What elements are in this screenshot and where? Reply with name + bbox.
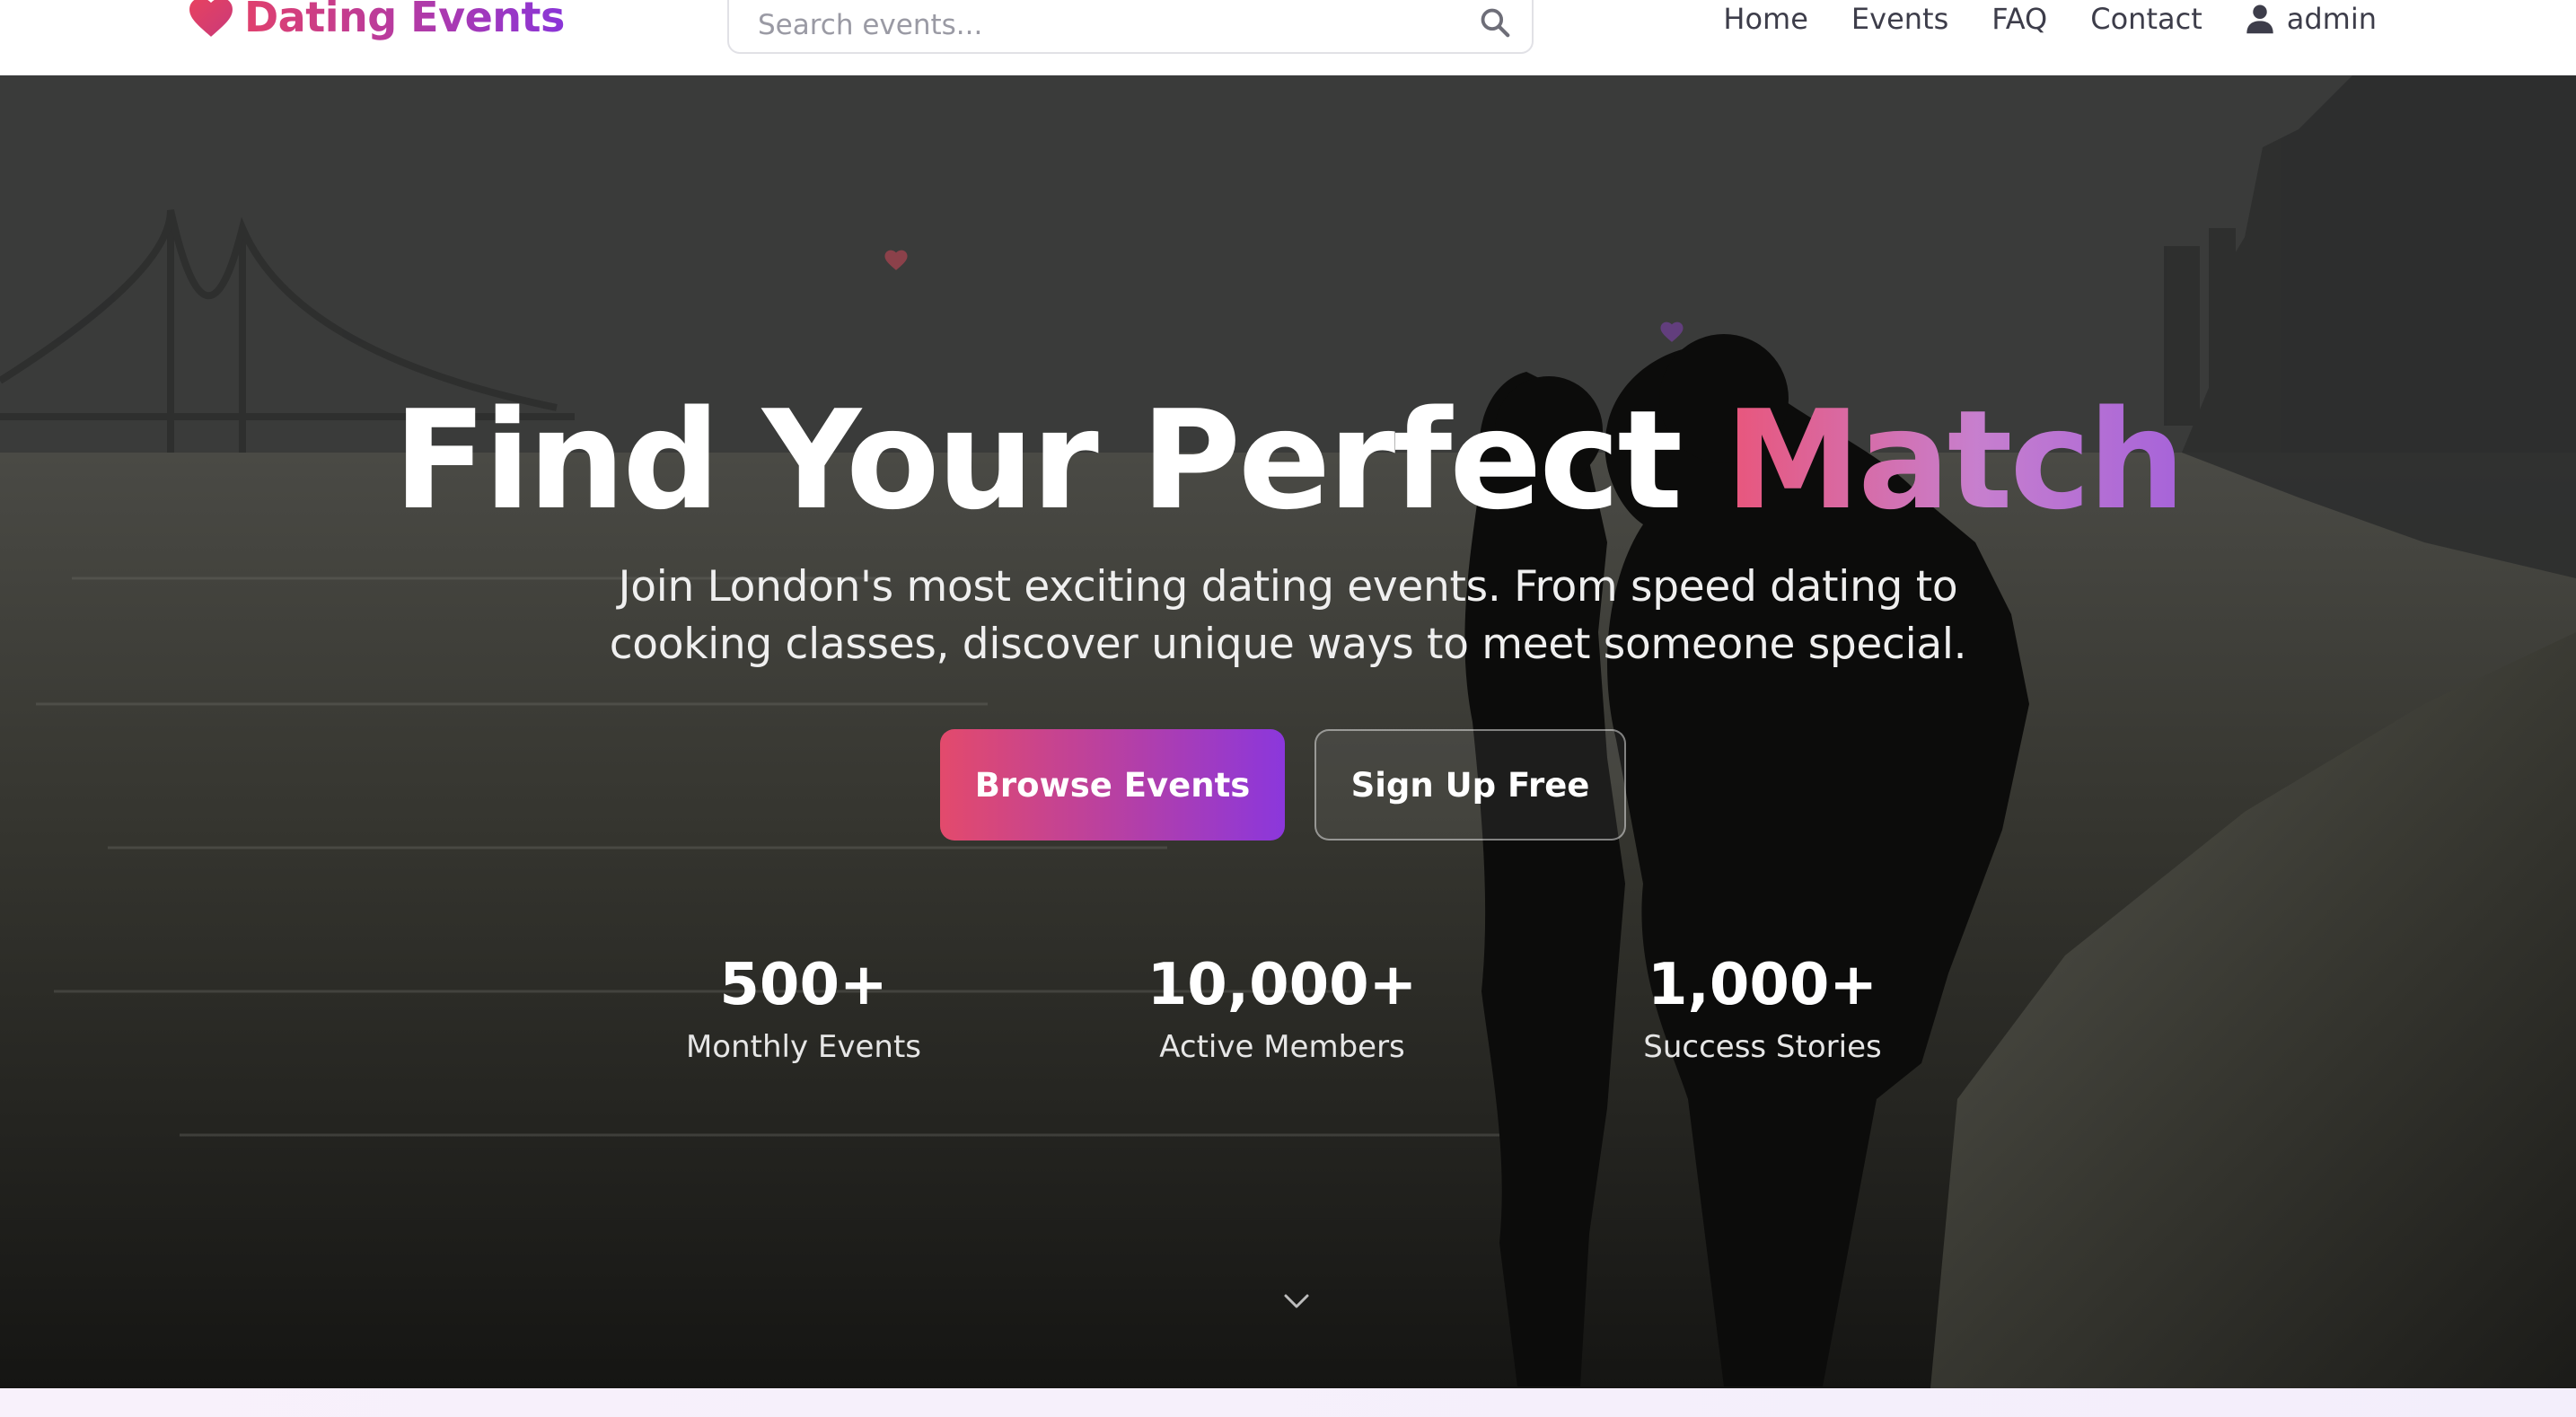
stat-monthly-events: 500+ Monthly Events: [615, 952, 992, 1066]
stat-label: Monthly Events: [685, 1029, 922, 1066]
brand-logo[interactable]: Dating Events: [189, 0, 565, 45]
stat-label: Success Stories: [1643, 1029, 1882, 1066]
nav-faq[interactable]: FAQ: [1991, 2, 2047, 36]
hero-title-accent: Match: [1725, 381, 2185, 540]
stat-success-stories: 1,000+ Success Stories: [1574, 952, 1951, 1066]
search-box: [727, 0, 1534, 54]
main-nav: Home Events FAQ Contact admin: [1723, 0, 2377, 38]
browse-events-button[interactable]: Browse Events: [940, 729, 1285, 841]
search-icon[interactable]: [1478, 5, 1512, 40]
stat-value: 1,000+: [1647, 952, 1878, 1018]
user-menu[interactable]: admin: [2246, 2, 2377, 36]
next-section-edge: [0, 1388, 2576, 1417]
hero-section: Find Your Perfect Match Join London's mo…: [0, 75, 2576, 1388]
nav-events[interactable]: Events: [1851, 2, 1948, 36]
stat-label: Active Members: [1159, 1029, 1405, 1066]
sign-up-free-button[interactable]: Sign Up Free: [1314, 729, 1626, 841]
hero-content: Find Your Perfect Match Join London's mo…: [0, 75, 2576, 1388]
chevron-down-icon[interactable]: [1282, 1291, 1311, 1311]
nav-home[interactable]: Home: [1723, 2, 1808, 36]
nav-contact[interactable]: Contact: [2090, 2, 2202, 36]
hero-title: Find Your Perfect Match: [0, 379, 2576, 542]
top-navbar: Dating Events Home Events FAQ Contact ad…: [0, 0, 2576, 75]
user-icon: [2246, 4, 2273, 34]
stat-active-members: 10,000+ Active Members: [1094, 952, 1471, 1066]
search-input[interactable]: [758, 0, 1458, 50]
user-name: admin: [2286, 2, 2377, 36]
stat-value: 500+: [719, 952, 888, 1018]
stat-value: 10,000+: [1147, 952, 1418, 1018]
heart-icon: [189, 0, 233, 37]
hero-subtitle: Join London's most exciting dating event…: [609, 562, 1967, 669]
hero-title-main: Find Your Perfect: [393, 381, 1726, 540]
brand-name: Dating Events: [244, 0, 565, 41]
